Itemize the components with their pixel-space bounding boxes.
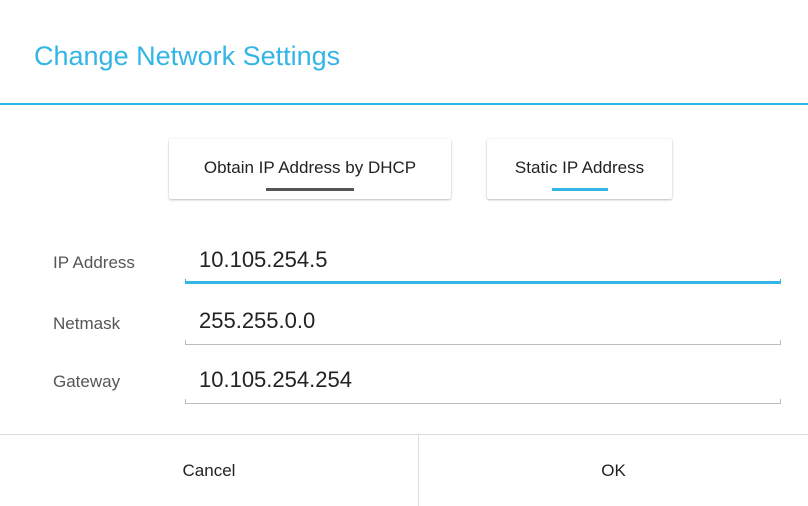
dhcp-mode-indicator xyxy=(266,188,354,191)
netmask-label: Netmask xyxy=(53,314,121,333)
gateway-label: Gateway xyxy=(53,372,121,391)
dhcp-mode-button[interactable]: Obtain IP Address by DHCP xyxy=(169,139,451,199)
static-ip-mode-indicator xyxy=(551,188,608,191)
ok-button[interactable]: OK xyxy=(419,435,808,506)
static-ip-mode-label: Static IP Address xyxy=(514,158,645,177)
gateway-field[interactable]: 10.105.254.254 xyxy=(185,364,781,404)
cancel-button[interactable]: Cancel xyxy=(0,435,418,506)
gateway-underline xyxy=(185,399,781,404)
netmask-value: 255.255.0.0 xyxy=(199,308,316,333)
netmask-field[interactable]: 255.255.0.0 xyxy=(185,305,781,345)
gateway-value: 10.105.254.254 xyxy=(199,367,352,392)
ip-address-field[interactable]: 10.105.254.5 xyxy=(185,244,781,284)
netmask-underline xyxy=(185,340,781,345)
ip-address-label: IP Address xyxy=(53,253,135,272)
title-divider xyxy=(0,103,808,105)
static-ip-mode-button[interactable]: Static IP Address xyxy=(487,139,672,199)
ip-address-value: 10.105.254.5 xyxy=(199,247,328,272)
dhcp-mode-label: Obtain IP Address by DHCP xyxy=(203,158,417,177)
change-network-settings-dialog: Change Network Settings Obtain IP Addres… xyxy=(0,0,808,506)
dialog-title: Change Network Settings xyxy=(34,41,341,71)
ip-address-underline xyxy=(185,279,781,284)
